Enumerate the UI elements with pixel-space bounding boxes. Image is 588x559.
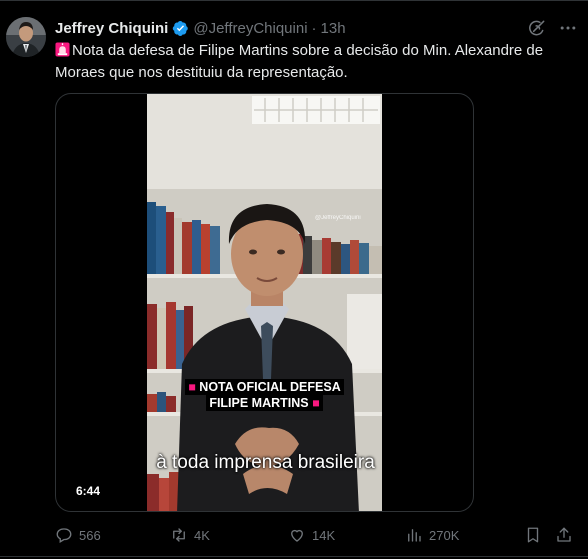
avatar[interactable] xyxy=(6,17,46,57)
video-overlay-title: ■ NOTA OFICIAL DEFESA FILIPE MARTINS ■ xyxy=(182,379,347,411)
tweet[interactable]: Jeffrey Chiquini @JeffreyChiquini · 13h xyxy=(0,0,588,559)
views-icon xyxy=(408,529,421,542)
like-button[interactable]: 14K xyxy=(288,524,335,546)
tweet-body: Nota da defesa de Filipe Martins sobre a… xyxy=(55,42,544,81)
repost-count: 4K xyxy=(194,527,210,543)
divider-bottom xyxy=(0,556,588,557)
share-icon[interactable] xyxy=(555,526,573,544)
action-bar: 566 4K 14K 270K xyxy=(55,524,585,546)
reply-icon xyxy=(56,528,72,543)
siren-icon: ■ xyxy=(312,396,320,410)
more-icon[interactable] xyxy=(558,18,578,38)
like-count: 14K xyxy=(312,527,336,543)
tweet-text: Nota da defesa de Filipe Martins sobre a… xyxy=(55,40,575,84)
grok-icon[interactable] xyxy=(527,18,547,38)
reply-button[interactable]: 566 xyxy=(55,524,101,546)
divider-top xyxy=(0,0,588,1)
video-player[interactable]: @JeffreyChiquini ■ NOTA OFICIAL DEFESA F… xyxy=(55,93,474,512)
views-button[interactable]: 270K xyxy=(405,524,459,546)
siren-icon: ■ xyxy=(188,380,196,394)
repost-button[interactable]: 4K xyxy=(170,524,210,546)
video-watermark: @JeffreyChiquini xyxy=(315,215,361,221)
overlay-line-2: FILIPE MARTINS xyxy=(209,396,309,410)
verified-badge-icon xyxy=(172,20,189,37)
video-caption: à toda imprensa brasileira xyxy=(156,452,375,473)
tweet-header: Jeffrey Chiquini @JeffreyChiquini · 13h xyxy=(55,18,346,38)
video-duration: 6:44 xyxy=(76,484,101,498)
siren-icon xyxy=(55,42,70,57)
timestamp[interactable]: 13h xyxy=(321,20,346,37)
repost-icon xyxy=(173,528,185,542)
bookmark-icon[interactable] xyxy=(524,526,542,544)
author-handle[interactable]: @JeffreyChiquini xyxy=(193,20,307,37)
author-name[interactable]: Jeffrey Chiquini xyxy=(55,20,168,37)
separator-dot: · xyxy=(311,19,317,37)
overlay-line-1: NOTA OFICIAL DEFESA xyxy=(199,380,341,394)
video-frame[interactable]: @JeffreyChiquini ■ NOTA OFICIAL DEFESA F… xyxy=(147,94,382,511)
like-icon xyxy=(291,529,303,542)
reply-count: 566 xyxy=(79,527,101,543)
view-count: 270K xyxy=(429,527,460,543)
